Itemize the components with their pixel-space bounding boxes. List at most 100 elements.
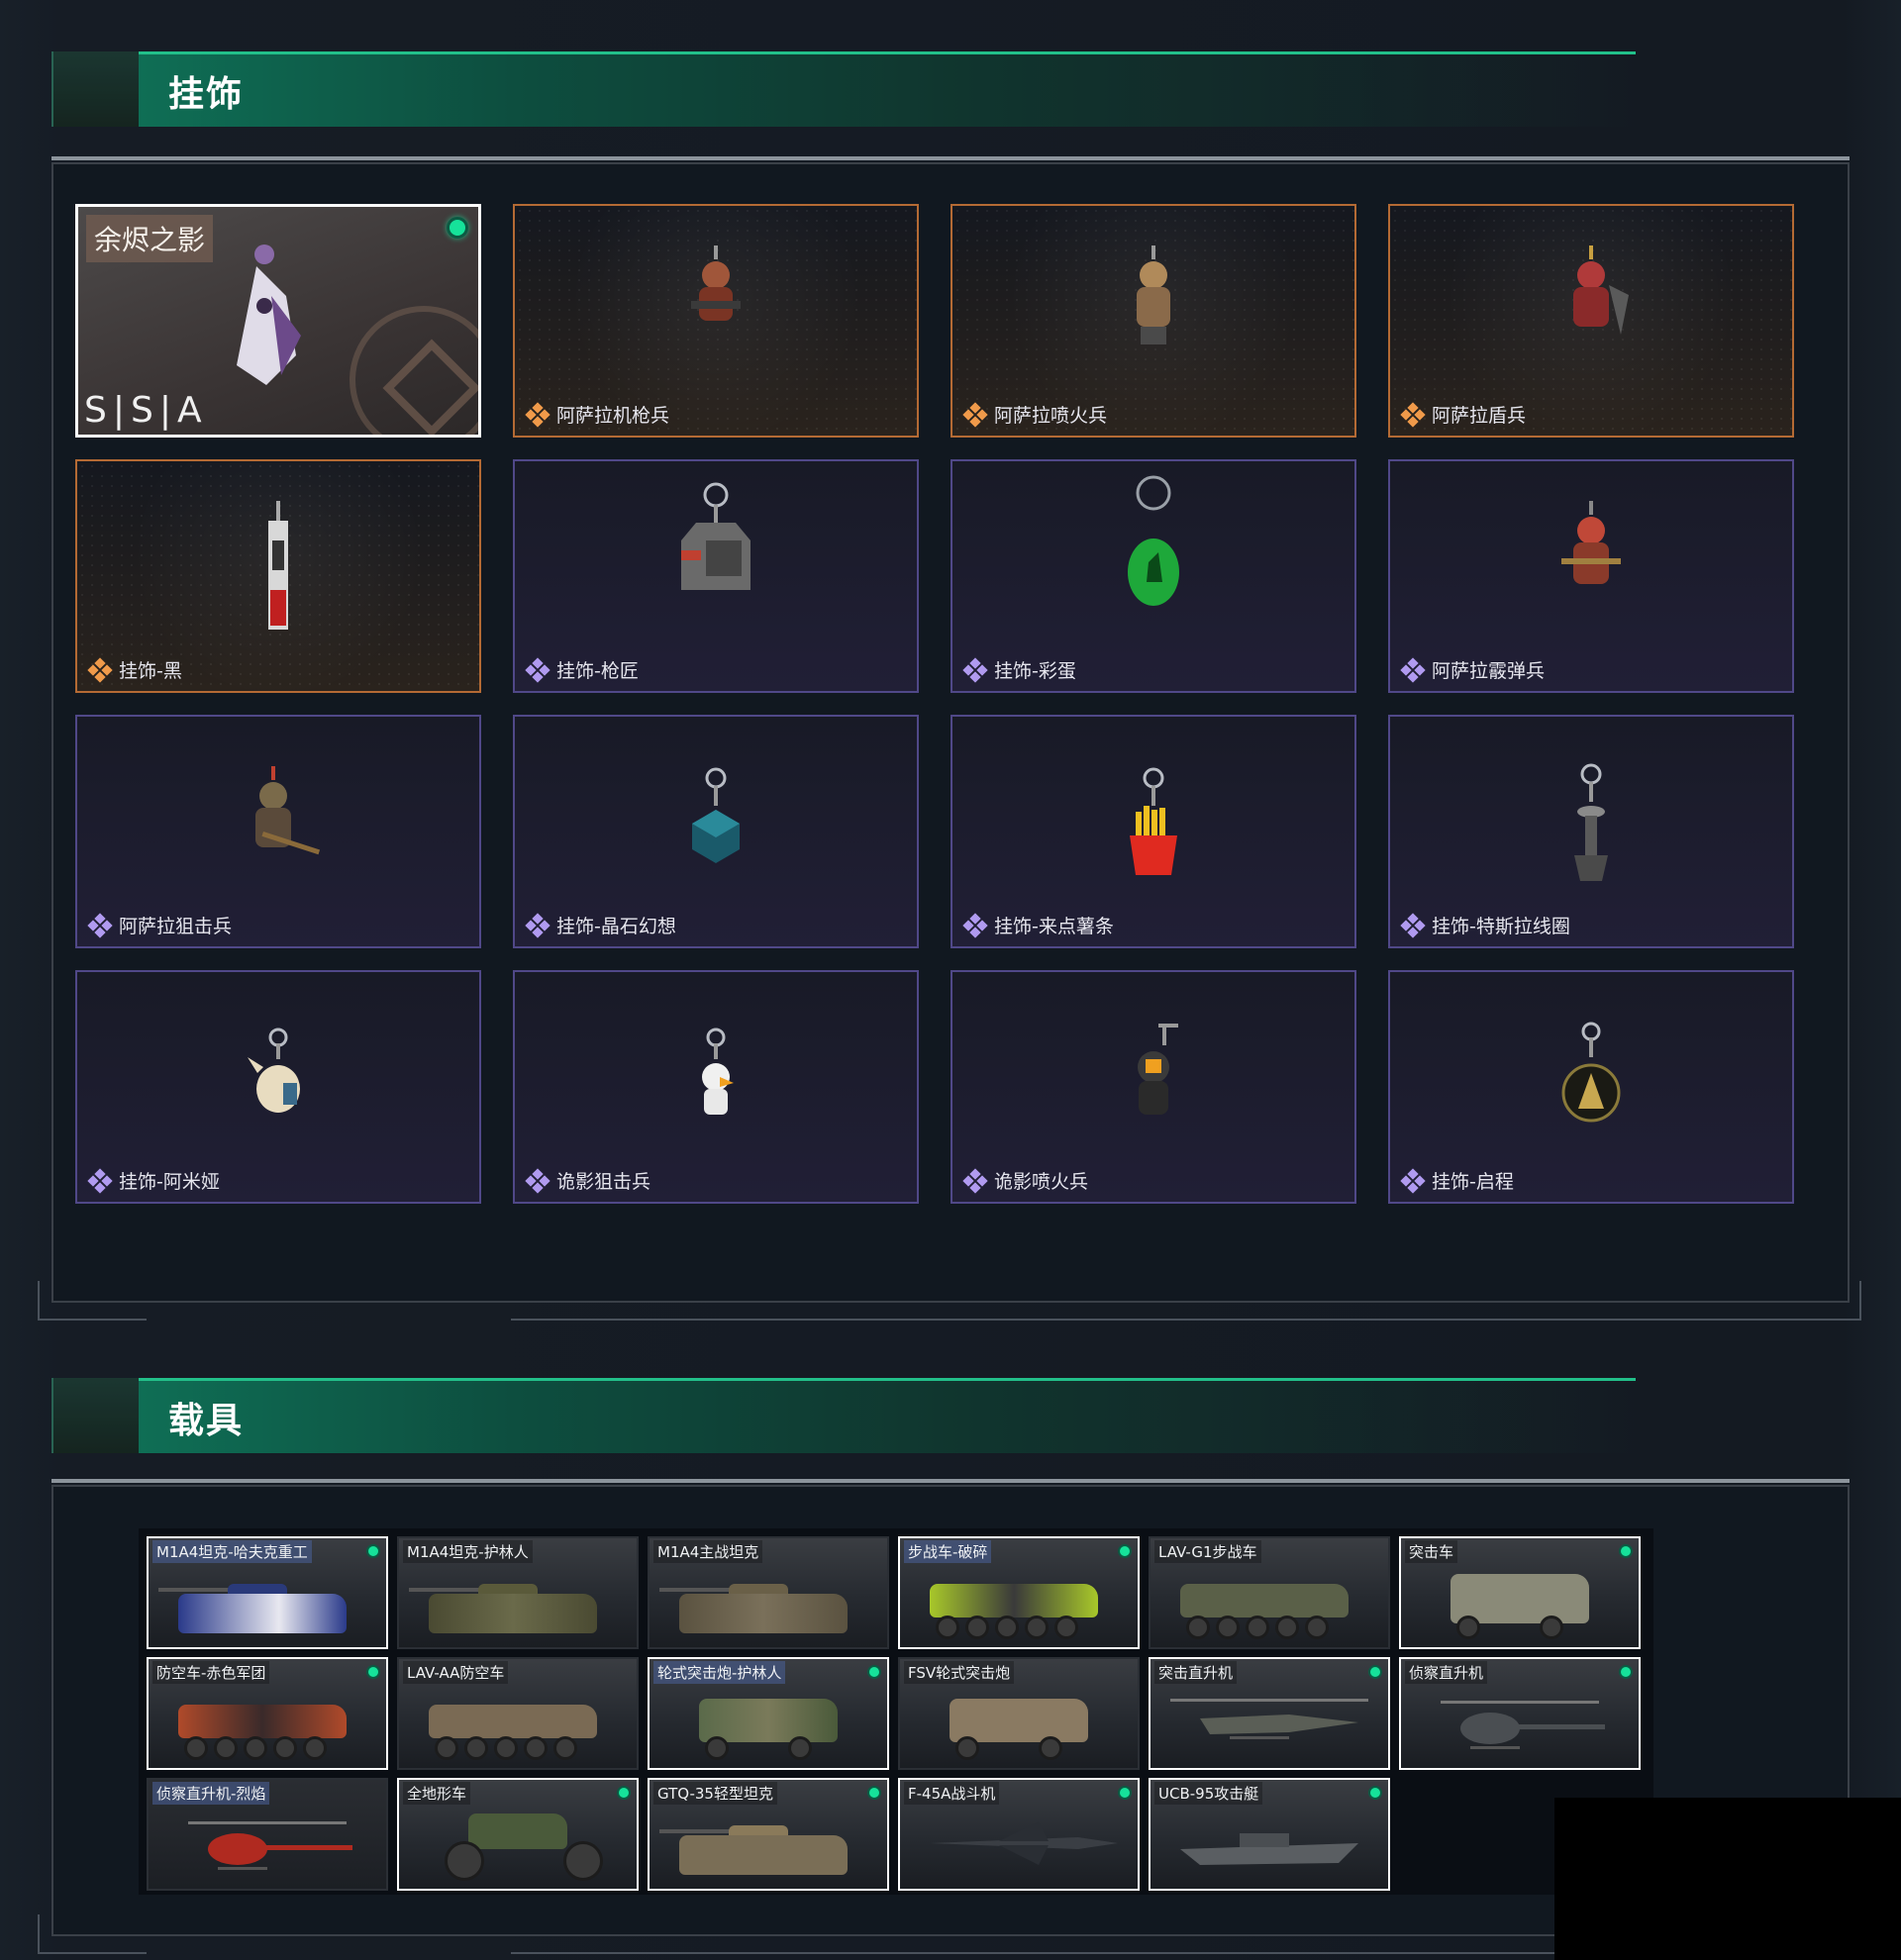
flame-scout-helicopter-icon [188,1821,352,1870]
owned-indicator-icon [617,1786,631,1800]
vehicle-card[interactable]: GTQ-35轻型坦克 [648,1778,889,1891]
vehicles-section-header: 载具 [51,1378,1636,1453]
vehicle-name: GTQ-35轻型坦克 [653,1782,777,1805]
machine-gunner-charm-icon [691,245,741,321]
charm-card[interactable]: 阿萨拉盾兵 [1388,204,1794,438]
vehicle-card[interactable]: M1A4坦克-护林人 [397,1536,639,1649]
vehicle-name: 步战车-破碎 [904,1540,992,1563]
charm-name: 阿萨拉喷火兵 [994,405,1108,427]
featured-charm-title: 余烬之影 [86,215,214,262]
vehicle-name: LAV-AA防空车 [403,1661,509,1684]
vehicle-grid: M1A4坦克-哈夫克重工 M1A4坦克-护林人 M1A4主战坦克 步战车-破碎 … [139,1528,1653,1895]
panel-bracket [38,1281,40,1321]
vehicle-name: 轮式突击炮-护林人 [653,1661,786,1684]
sniper-charm-icon [255,766,321,855]
vehicle-card[interactable]: M1A4坦克-哈夫克重工 [147,1536,388,1649]
vehicle-card[interactable]: LAV-G1步战车 [1149,1536,1390,1649]
charm-card[interactable]: 挂饰-来点薯条 [950,715,1356,948]
charm-card[interactable]: 挂饰-启程 [1388,970,1794,1204]
charm-card[interactable]: 挂饰-晶石幻想 [513,715,919,948]
black-tag-charm-icon [268,501,288,630]
vehicle-card[interactable]: 侦察直升机 [1399,1657,1641,1770]
gunsmith-case-charm-icon [681,482,750,590]
charm-label: 挂饰-阿米娅 [87,1167,220,1194]
charm-name: 挂饰-特斯拉线圈 [1432,916,1570,937]
owned-indicator-icon [1118,1786,1132,1800]
charm-card[interactable]: 挂饰-枪匠 [513,459,919,693]
emblem-icon [350,306,478,435]
vehicle-name: F-45A战斗机 [904,1782,1000,1805]
vehicle-card[interactable]: 步战车-破碎 [898,1536,1140,1649]
vehicle-name: M1A4坦克-护林人 [403,1540,533,1563]
ifv-icon [930,1584,1098,1617]
rarity-purple-icon [525,1167,550,1194]
vehicle-card[interactable]: 突击车 [1399,1536,1641,1649]
charm-card-featured[interactable]: 余烬之影 S|S|A [75,204,481,438]
owned-indicator-icon [447,217,468,239]
vehicle-card[interactable]: 防空车-赤色军团 [147,1657,388,1770]
vehicle-card[interactable]: M1A4主战坦克 [648,1536,889,1649]
crystal-cube-charm-icon [692,767,740,863]
attack-helicopter-icon [1170,1699,1368,1739]
charm-card[interactable]: 阿萨拉霰弹兵 [1388,459,1794,693]
vehicle-card[interactable]: UCB-95攻击艇 [1149,1778,1390,1891]
charm-name: 挂饰-阿米娅 [119,1171,220,1193]
charm-card[interactable]: 挂饰-彩蛋 [950,459,1356,693]
blank-area [1554,1798,1901,1960]
panel-bracket [511,1952,1554,1954]
owned-indicator-icon [867,1665,881,1679]
rarity-purple-icon [962,912,988,938]
vehicle-card[interactable]: 轮式突击炮-护林人 [648,1657,889,1770]
owned-indicator-icon [1118,1544,1132,1558]
tesla-coil-charm-icon [1574,763,1608,881]
charms-section-title: 挂饰 [168,74,245,115]
header-bar [139,1378,1636,1453]
charm-name: 阿萨拉狙击兵 [119,916,233,937]
charm-card[interactable]: 挂饰-特斯拉线圈 [1388,715,1794,948]
vehicle-card[interactable]: 侦察直升机-烈焰 [147,1778,388,1891]
panel-bracket [38,1952,147,1954]
flamethrower-charm-icon [1137,245,1170,344]
charm-label: 挂饰-彩蛋 [962,656,1076,683]
charm-card[interactable]: 挂饰-阿米娅 [75,970,481,1204]
vehicle-name: FSV轮式突击炮 [904,1661,1015,1684]
charm-card[interactable]: 阿萨拉狙击兵 [75,715,481,948]
vehicle-name: M1A4坦克-哈夫克重工 [152,1540,312,1563]
vehicle-card[interactable]: FSV轮式突击炮 [898,1657,1140,1770]
fighter-jet-icon [930,1821,1118,1865]
charm-label: 挂饰-特斯拉线圈 [1400,912,1570,938]
vehicle-card[interactable]: F-45A战斗机 [898,1778,1140,1891]
charm-card[interactable]: 挂饰-黑 [75,459,481,693]
vehicle-name: 全地形车 [403,1782,471,1805]
panel-bracket [511,1319,1861,1321]
rarity-purple-icon [1400,656,1426,683]
vehicle-name: 侦察直升机 [1405,1661,1488,1684]
owned-indicator-icon [867,1786,881,1800]
charms-section-header: 挂饰 [51,51,1636,127]
aa-vehicle-icon [429,1705,597,1738]
rarity-gold-icon [1400,401,1426,428]
easter-egg-charm-icon [1128,475,1179,606]
charm-card[interactable]: 诡影狙击兵 [513,970,919,1204]
owned-indicator-icon [366,1665,380,1679]
owned-indicator-icon [1368,1665,1382,1679]
rarity-purple-icon [962,656,988,683]
charm-card[interactable]: 阿萨拉机枪兵 [513,204,919,438]
vehicle-card[interactable]: 全地形车 [397,1778,639,1891]
charm-name: 诡影喷火兵 [994,1171,1089,1193]
charm-label: 挂饰-来点薯条 [962,912,1114,938]
departure-medal-charm-icon [1561,1022,1621,1123]
rarity-purple-icon [525,656,550,683]
vehicle-card[interactable]: LAV-AA防空车 [397,1657,639,1770]
panel-bracket [38,1319,147,1321]
brand-logo-text: S|S|A [84,390,208,431]
ghost-sniper-charm-icon [702,1028,734,1115]
vehicle-card[interactable]: 突击直升机 [1149,1657,1390,1770]
rarity-purple-icon [87,1167,113,1194]
vehicles-section-title: 载具 [168,1401,245,1441]
attack-boat-icon [1180,1833,1358,1865]
shotgunner-charm-icon [1561,501,1621,584]
vehicle-name: UCB-95攻击艇 [1154,1782,1263,1805]
charm-card[interactable]: 阿萨拉喷火兵 [950,204,1356,438]
charm-card[interactable]: 诡影喷火兵 [950,970,1356,1204]
